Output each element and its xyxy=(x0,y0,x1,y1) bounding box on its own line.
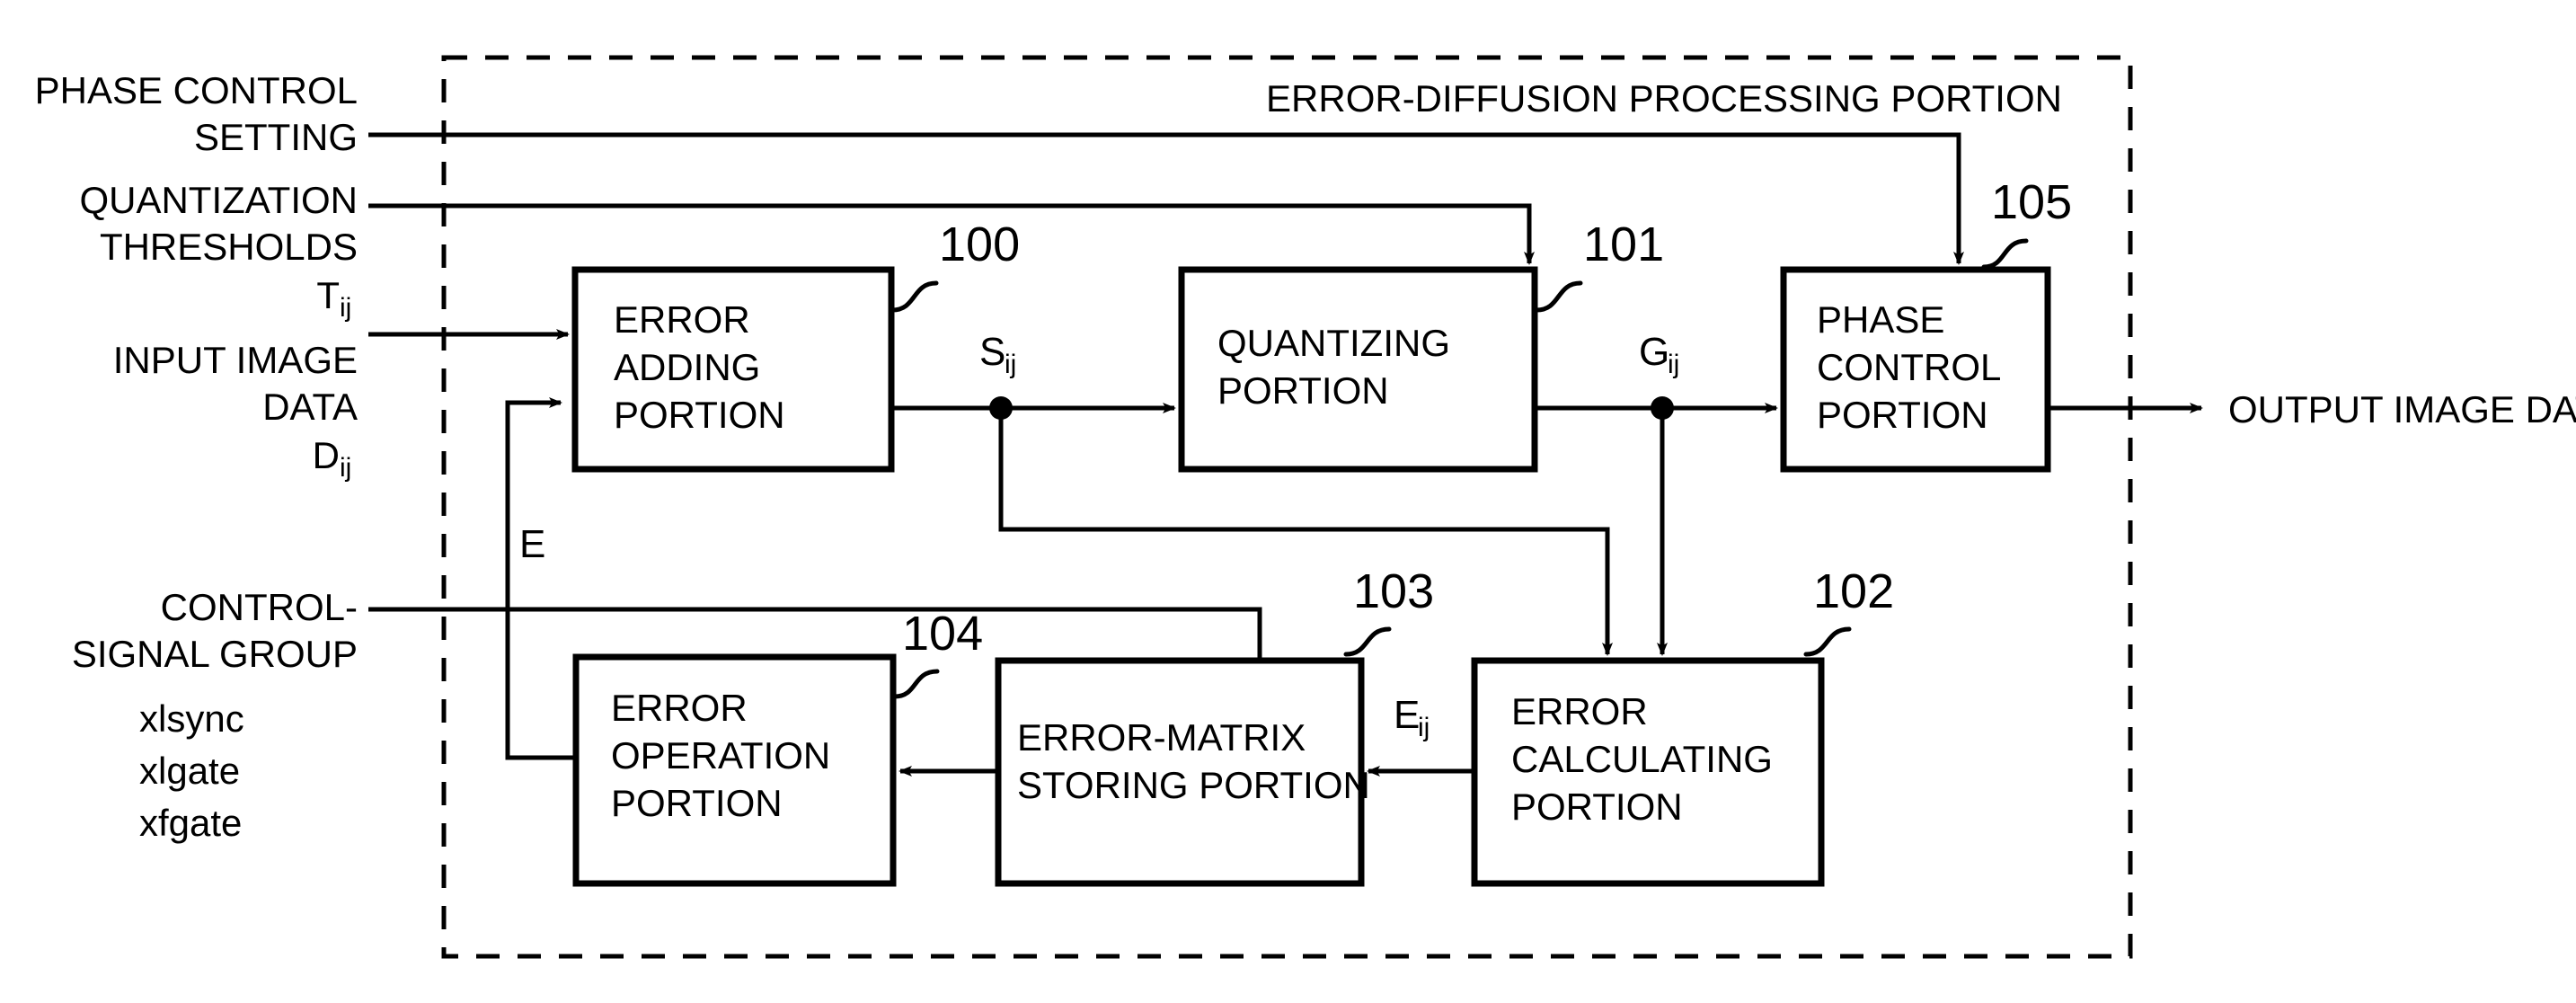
signal-label-sij: S xyxy=(979,330,1005,374)
block-error-calculating-portion[interactable]: ERROR CALCULATING PORTION xyxy=(1471,657,1825,887)
input-label-line2: THRESHOLDS xyxy=(100,226,358,268)
input-label-input-image-data: INPUT IMAGE DATA D ij xyxy=(113,339,358,483)
block-label-line1: PHASE xyxy=(1817,298,1944,341)
leader-105 xyxy=(1981,238,2029,270)
block-error-operation-portion[interactable]: ERROR OPERATION PORTION xyxy=(572,653,897,887)
block-label-line1: ERROR xyxy=(611,687,748,729)
diagram-title: ERROR-DIFFUSION PROCESSING PORTION xyxy=(1266,77,2062,120)
block-error-matrix-storing-portion[interactable]: ERROR-MATRIX STORING PORTION xyxy=(995,657,1370,887)
block-label-line3: PORTION xyxy=(614,394,785,436)
block-diagram: ERROR-DIFFUSION PROCESSING PORTION PHASE… xyxy=(35,55,2576,959)
block-quantizing-portion[interactable]: QUANTIZING PORTION xyxy=(1178,266,1538,473)
input-label-quantization-thresholds: QUANTIZATION THRESHOLDS T ij xyxy=(79,179,358,323)
block-label-line2: OPERATION xyxy=(611,734,830,777)
signal-label-gij: G xyxy=(1639,330,1669,374)
block-label-line2: STORING PORTION xyxy=(1017,764,1370,806)
block-label-line1: QUANTIZING xyxy=(1217,322,1450,364)
input-label-subscript: ij xyxy=(340,293,351,323)
block-number-105: 105 xyxy=(1991,175,2072,229)
block-label-line3: PORTION xyxy=(1817,394,1988,436)
block-error-adding-portion[interactable]: ERROR ADDING PORTION xyxy=(571,266,895,473)
block-label-line2: PORTION xyxy=(1217,369,1389,412)
input-label-line1: QUANTIZATION xyxy=(79,179,358,221)
control-signal-xlgate: xlgate xyxy=(139,750,240,792)
leader-103 xyxy=(1343,626,1392,657)
block-label-line1: ERROR-MATRIX xyxy=(1017,716,1306,759)
block-number-102: 102 xyxy=(1813,564,1894,618)
signal-label-gij-sub: ij xyxy=(1668,350,1679,379)
block-label-line3: PORTION xyxy=(611,782,783,824)
input-label-subscript: ij xyxy=(340,453,351,483)
control-group-line1: CONTROL- xyxy=(161,586,358,628)
input-label-line2: DATA xyxy=(262,386,358,428)
block-label-line1: ERROR xyxy=(614,298,750,341)
input-label-symbol: T xyxy=(316,274,340,316)
input-label-symbol: D xyxy=(313,434,340,476)
block-label-line2: ADDING xyxy=(614,346,760,388)
leader-100 xyxy=(890,280,939,313)
figure-canvas: ERROR-DIFFUSION PROCESSING PORTION PHASE… xyxy=(0,0,2576,1003)
block-label-line3: PORTION xyxy=(1511,786,1683,828)
signal-label-sij-sub: ij xyxy=(1005,350,1016,379)
wire-e-feedback xyxy=(505,397,576,760)
block-label-line1: ERROR xyxy=(1511,690,1648,732)
block-number-103: 103 xyxy=(1353,564,1434,618)
block-label-line2: CALCULATING xyxy=(1511,738,1773,780)
control-signal-xfgate: xfgate xyxy=(139,802,242,844)
block-phase-control-portion[interactable]: PHASE CONTROL PORTION xyxy=(1780,266,2051,473)
block-number-101: 101 xyxy=(1583,217,1664,271)
input-label-phase-control-setting: PHASE CONTROL SETTING xyxy=(35,69,358,158)
leader-104 xyxy=(892,669,940,699)
output-label: OUTPUT IMAGE DATA xyxy=(2228,388,2576,430)
block-number-104: 104 xyxy=(902,607,983,661)
leader-101 xyxy=(1534,280,1583,313)
input-label-control-signal-group: CONTROL- SIGNAL GROUP xlsync xlgate xfga… xyxy=(72,586,358,844)
leader-102 xyxy=(1803,626,1852,657)
input-label-line2: SETTING xyxy=(194,116,358,158)
wire-phase-control-setting xyxy=(368,132,1964,265)
control-group-line2: SIGNAL GROUP xyxy=(72,633,358,675)
signal-label-eij-sub: ij xyxy=(1418,713,1430,742)
input-label-line1: PHASE CONTROL xyxy=(35,69,358,111)
control-signal-xlsync: xlsync xyxy=(139,697,244,740)
block-number-100: 100 xyxy=(939,217,1020,271)
input-label-line1: INPUT IMAGE xyxy=(113,339,358,381)
signal-label-eij: E xyxy=(1394,693,1420,737)
signal-label-e: E xyxy=(519,522,545,566)
block-label-line2: CONTROL xyxy=(1817,346,2001,388)
